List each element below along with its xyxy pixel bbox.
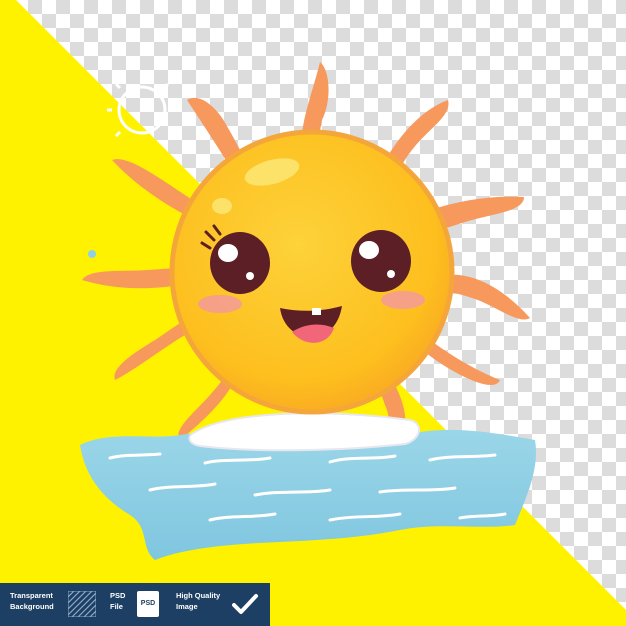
- left-cheek: [198, 295, 242, 313]
- high-quality-label: High Quality: [176, 591, 221, 600]
- file-label: File: [110, 602, 123, 611]
- transparent-grid-icon: [68, 591, 96, 617]
- psd-file-icon: PSD: [137, 591, 159, 617]
- background-label: Background: [10, 602, 54, 611]
- sparkle-dot: [88, 250, 96, 258]
- sun-highlight-small: [212, 198, 232, 214]
- checkmark-icon: [232, 594, 258, 614]
- transparent-label: Transparent: [10, 591, 53, 600]
- illustration-canvas: [0, 0, 626, 626]
- footer-info-bar: Transparent Background PSD File PSD High…: [0, 583, 270, 626]
- right-cheek: [381, 291, 425, 309]
- psd-label: PSD: [110, 591, 126, 600]
- right-eye: [351, 230, 411, 292]
- psd-icon-text: PSD: [140, 600, 156, 607]
- image-label: Image: [176, 602, 198, 611]
